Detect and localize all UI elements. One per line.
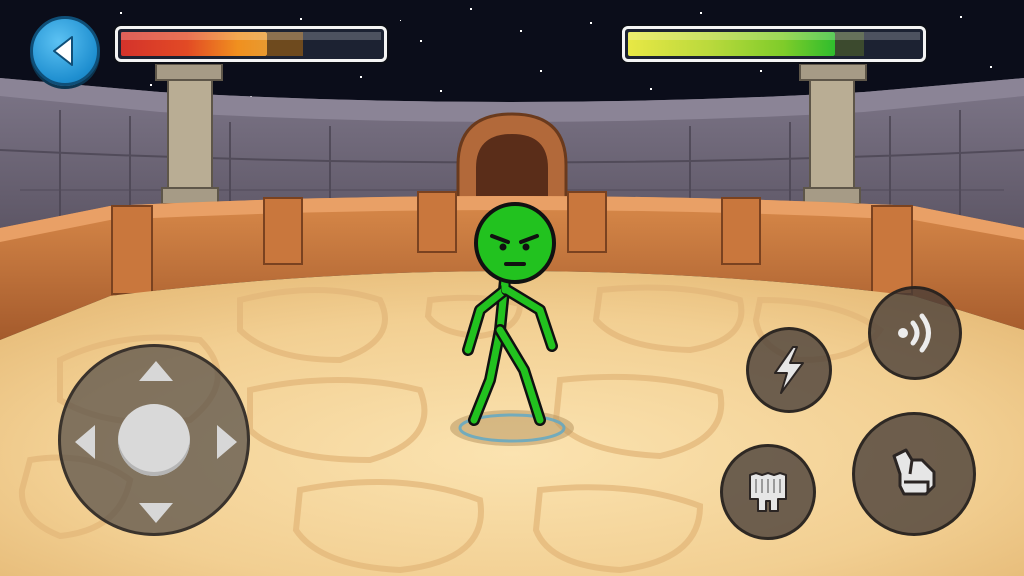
enemy-health-bar [622,26,926,62]
arrow-up-icon[interactable] [139,361,173,381]
fist-icon [892,448,936,496]
arrow-down-icon[interactable] [139,503,173,523]
power-attack-button[interactable] [746,327,832,413]
movement-joystick[interactable] [58,344,250,536]
arrow-left-icon[interactable] [75,425,95,459]
back-arrow-icon [53,36,73,66]
back-button[interactable] [30,16,100,86]
lightning-icon [774,346,804,394]
shield-block-icon [749,472,787,512]
arrow-right-icon[interactable] [217,425,237,459]
block-button[interactable] [720,444,816,540]
punch-button[interactable] [852,412,976,536]
sound-button[interactable] [868,286,962,380]
sound-wave-icon [898,313,931,353]
joystick-knob[interactable] [118,404,190,476]
player-health-bar [115,26,387,62]
